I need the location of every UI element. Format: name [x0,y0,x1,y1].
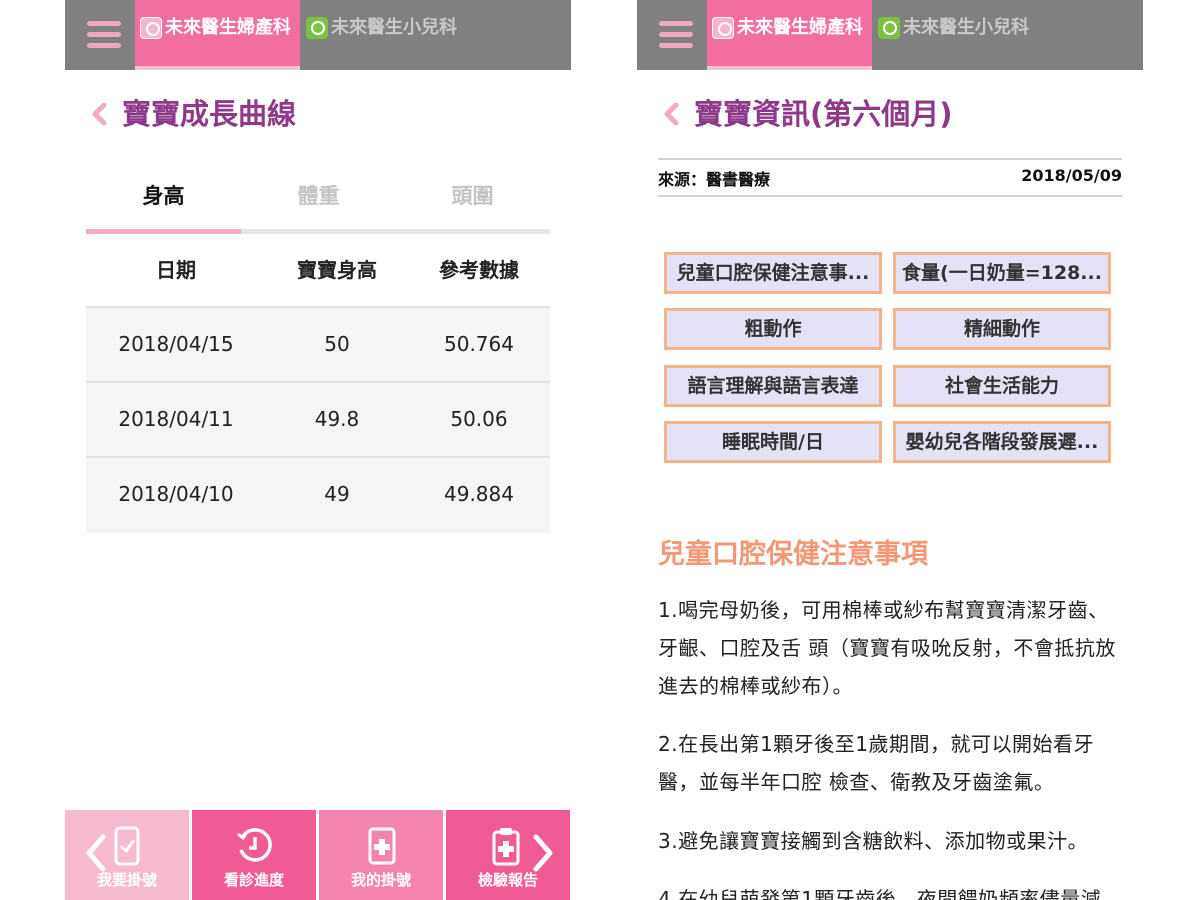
growth-table: 日期 寶寶身高 參考數據 2018/04/15 50 50.764 2018/0… [86,234,550,533]
table-row: 2018/04/11 49.8 50.06 [86,383,550,458]
article-paragraph: 1.喝完母奶後，可用棉棒或紗布幫寶寶清潔牙齒、牙齦、口腔及舌 頭（寶寶有吸吮反射… [658,598,1116,698]
tab-obgyn[interactable]: 未來醫生婦產科 [135,0,300,70]
clock-history-icon [237,828,272,862]
article-paragraph: 4.在幼兒萌發第1顆牙齒後，夜間餵奶頻率儘量減 [658,887,1102,900]
nav-lab-report-label: 檢驗報告 [477,871,538,889]
page-title: 寶寶成長曲線 [122,97,297,131]
col-date-header: 日期 [156,258,196,282]
back-chevron-icon[interactable] [663,103,679,125]
source-label: 來源：醫書醫療 [658,170,771,189]
growth-curve-screen: 未來醫生婦產科 未來醫生小兒科 寶寶成長曲線 身高 體重 頭圍 日期 寶寶身高 … [65,0,571,900]
tab-pediatrics[interactable]: 未來醫生小兒科 [874,0,1049,70]
pediatrics-logo-icon [878,17,900,39]
cell-height: 49 [324,482,350,506]
obgyn-logo-icon [140,17,162,39]
tab-pediatrics-label: 未來醫生小兒科 [903,17,1029,38]
nav-register[interactable]: 我要掛號 [65,810,189,900]
nav-lab-report[interactable]: 檢驗報告 [446,810,570,900]
obgyn-logo-icon [712,17,734,39]
table-header: 日期 寶寶身高 參考數據 [86,234,550,308]
topic-button[interactable]: 兒童口腔保健注意事... [664,252,882,294]
divider [658,195,1122,197]
topic-button[interactable]: 精細動作 [893,308,1111,350]
col-reference-header: 參考數據 [439,258,519,282]
topic-button[interactable]: 食量(一日奶量=128... [893,252,1111,294]
clipboard-medical-icon [492,828,520,866]
top-bar: 未來醫生婦產科 未來醫生小兒科 [637,0,1143,70]
phone-check-icon [114,826,140,866]
cell-reference: 50.764 [444,332,514,356]
cell-date: 2018/04/11 [118,407,234,431]
medical-book-icon [368,827,396,865]
nav-next-arrow-icon[interactable] [532,834,554,872]
topic-button[interactable]: 語言理解與語言表達 [664,365,882,407]
nav-register-label: 我要掛號 [96,871,157,889]
topic-button[interactable]: 粗動作 [664,308,882,350]
cell-date: 2018/04/15 [118,332,234,356]
cell-reference: 50.06 [450,407,508,431]
cell-height: 50 [324,332,350,356]
topic-button[interactable]: 嬰幼兒各階段發展遲... [893,421,1111,463]
tab-obgyn-label: 未來醫生婦產科 [737,17,863,38]
topic-button[interactable]: 社會生活能力 [893,365,1111,407]
nav-my-registrations-label: 我的掛號 [350,871,411,889]
tab-head-circumference[interactable]: 頭圍 [395,176,550,216]
tab-pediatrics-label: 未來醫生小兒科 [331,17,457,38]
table-row: 2018/04/15 50 50.764 [86,308,550,383]
col-height-header: 寶寶身高 [297,258,377,282]
tab-obgyn[interactable]: 未來醫生婦產科 [707,0,872,70]
article-paragraph: 2.在長出第1顆牙後至1歲期間，就可以開始看牙醫，並每半年口腔 檢查、衛教及牙齒… [658,732,1095,794]
tab-weight[interactable]: 體重 [241,176,396,216]
nav-prev-arrow-icon[interactable] [85,834,107,872]
page-title: 寶寶資訊(第六個月) [694,97,953,131]
measure-tabs: 身高 體重 頭圍 [86,176,550,216]
section-title: 兒童口腔保健注意事項 [658,539,928,570]
tab-height[interactable]: 身高 [86,176,241,216]
top-bar: 未來醫生婦產科 未來醫生小兒科 [65,0,571,70]
cell-reference: 49.884 [444,482,514,506]
cell-height: 49.8 [314,407,360,431]
topic-button[interactable]: 睡眠時間/日 [664,421,882,463]
bottom-nav: 我要掛號 看診進度 我的掛號 檢驗報告 [65,810,571,900]
pediatrics-logo-icon [306,17,328,39]
menu-icon[interactable] [637,0,707,70]
article-paragraph: 3.避免讓寶寶接觸到含糖飲料、添加物或果汁。 [658,829,1089,853]
table-row: 2018/04/10 49 49.884 [86,458,550,533]
nav-progress[interactable]: 看診進度 [192,810,316,900]
nav-progress-label: 看診進度 [223,871,284,889]
baby-info-screen: 未來醫生婦產科 未來醫生小兒科 寶寶資訊(第六個月) 來源：醫書醫療 2018/… [637,0,1143,900]
divider [658,158,1122,160]
cell-date: 2018/04/10 [118,482,234,506]
tab-obgyn-label: 未來醫生婦產科 [165,17,291,38]
tab-pediatrics[interactable]: 未來醫生小兒科 [302,0,477,70]
publish-date: 2018/05/09 [1021,166,1122,185]
back-chevron-icon[interactable] [91,103,107,125]
menu-icon[interactable] [65,0,135,70]
nav-my-registrations[interactable]: 我的掛號 [319,810,443,900]
